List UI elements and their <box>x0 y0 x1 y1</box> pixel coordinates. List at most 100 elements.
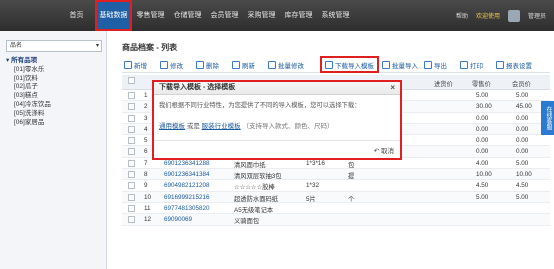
nav-item-home[interactable]: 首页 <box>58 0 95 31</box>
tree-node[interactable]: [01]零水乐 <box>6 66 51 75</box>
general-template-link[interactable]: 通用模板 <box>159 123 185 130</box>
or-text: 或是 <box>186 123 200 130</box>
category-filter-select[interactable]: 品名 ▾ <box>6 40 102 52</box>
nav-item-purchase[interactable]: 采购管理 <box>243 0 280 31</box>
product-code[interactable]: 6904982121208 <box>164 182 210 189</box>
product-code[interactable]: 6977481305820 <box>164 205 210 212</box>
edit-button[interactable]: 修改 <box>160 58 183 71</box>
import-icon <box>382 60 390 69</box>
export-button[interactable]: 导出 <box>424 58 447 71</box>
row-checkbox[interactable] <box>128 114 135 122</box>
close-icon[interactable]: × <box>390 82 395 94</box>
row-number: 10 <box>144 193 152 201</box>
table-row[interactable]: 8 6901236341384 清风双层软抽3包 提 10.00 10.00 <box>122 169 550 181</box>
new-label: 新增 <box>134 62 147 70</box>
member-price: 0.00 <box>516 148 529 156</box>
row-checkbox[interactable] <box>128 148 135 156</box>
delete-button[interactable]: 删除 <box>196 58 219 71</box>
settings-icon <box>496 60 504 69</box>
row-checkbox[interactable] <box>128 193 135 201</box>
row-checkbox[interactable] <box>128 171 135 179</box>
chevron-down-icon: ▾ <box>95 43 99 49</box>
nav-item-storage[interactable]: 仓储管理 <box>169 0 206 31</box>
dialog-header: 下载导入模板 - 选择模板 × <box>154 82 400 95</box>
product-name: ☆☆☆☆☆胶棒 <box>234 184 275 192</box>
row-checkbox[interactable] <box>128 125 135 133</box>
tree-node[interactable]: [05]洗涤料 <box>6 110 51 119</box>
row-checkbox[interactable] <box>128 182 135 190</box>
column-header-retail[interactable]: 零售价 <box>472 79 491 88</box>
product-code[interactable]: 6901236341288 <box>164 160 210 167</box>
product-spec: 5片 <box>306 195 316 203</box>
product-code[interactable]: 6916999215216 <box>164 194 210 201</box>
avatar[interactable] <box>507 9 520 22</box>
template-links: 通用模板 或是 服装行业模板 （支持导入款式、颜色、尺码） <box>159 120 333 130</box>
report-setting-button[interactable]: 报表设置 <box>496 58 532 71</box>
export-icon <box>424 60 432 69</box>
nav-item-inventory[interactable]: 库存管理 <box>280 0 317 31</box>
row-number: 9 <box>144 182 148 190</box>
product-name: 义骑面包 <box>234 218 260 226</box>
print-icon <box>460 60 468 69</box>
column-header-member[interactable]: 会员价 <box>512 79 531 88</box>
download-template-button[interactable]: 下载导入模板 <box>320 56 379 73</box>
cancel-button[interactable]: ↶ 取消 <box>374 145 394 155</box>
help-link[interactable]: 帮助 <box>456 11 468 20</box>
dialog-footer: ↶ 取消 <box>154 140 400 158</box>
member-price: 5.00 <box>516 92 529 99</box>
row-checkbox[interactable] <box>128 137 135 145</box>
category-filter-value: 品名 <box>10 43 23 49</box>
dialog-title: 下载导入模板 - 选择模板 <box>159 84 236 91</box>
print-button[interactable]: 打印 <box>460 58 483 71</box>
row-number: 12 <box>144 216 152 224</box>
product-name: 清风双层软抽3包 <box>234 173 282 181</box>
product-spec: 1*3*16 <box>306 159 325 167</box>
dialog-description: 我们根据不同行业特性，为您提供了不同的导入模板，您可以选择下载： <box>159 102 361 109</box>
tree-root[interactable]: ▾ 所有品项 <box>6 57 51 66</box>
refresh-button[interactable]: 刷新 <box>232 58 255 71</box>
member-price: 5.00 <box>516 193 529 201</box>
apparel-template-link[interactable]: 服装行业模板 <box>202 123 241 130</box>
new-button[interactable]: 新增 <box>124 58 147 71</box>
retail-price: 0.00 <box>476 137 489 145</box>
download-icon <box>325 60 333 69</box>
nav-item-basic-data[interactable]: 基础数据 <box>95 0 132 31</box>
export-label: 导出 <box>434 62 447 70</box>
row-checkbox[interactable] <box>128 216 135 224</box>
product-code[interactable]: 6901236341384 <box>164 171 210 178</box>
nav-item-retail[interactable]: 零售管理 <box>132 0 169 31</box>
row-number: 1 <box>144 92 148 99</box>
row-checkbox[interactable] <box>128 159 135 167</box>
tree-node[interactable]: [06]家居品 <box>6 119 51 128</box>
row-number: 7 <box>144 159 148 167</box>
row-number: 11 <box>144 204 151 212</box>
batch-import-button[interactable]: 批量导入 <box>382 58 418 71</box>
user-name[interactable]: 管理员 <box>528 11 546 20</box>
table-row[interactable]: 12 69090069 义骑面包 <box>122 214 550 226</box>
tree-root-label: 所有品项 <box>11 57 38 64</box>
tree-node[interactable]: [04]冷冻饮品 <box>6 101 51 110</box>
main-nav: 首页 基础数据 零售管理 仓储管理 会员管理 采购管理 库存管理 系统管理 <box>58 0 354 31</box>
row-checkbox[interactable] <box>128 204 135 212</box>
member-price: 5.00 <box>516 159 529 167</box>
online-service-tab[interactable]: 在线客服 <box>541 101 554 135</box>
table-row[interactable]: 10 6916999215216 超透防水面码纸 5片 个 5.00 5.00 <box>122 191 550 203</box>
row-checkbox[interactable] <box>128 92 135 99</box>
edit-icon <box>160 60 168 69</box>
batch-modify-button[interactable]: 批量修改 <box>268 58 304 71</box>
nav-item-member[interactable]: 会员管理 <box>206 0 243 31</box>
row-checkbox[interactable] <box>128 103 135 111</box>
tree-node[interactable]: [02]瓜子 <box>6 83 51 92</box>
product-code[interactable]: 69090069 <box>164 216 192 223</box>
table-row[interactable]: 11 6977481305820 A5无级笔记本 <box>122 203 550 215</box>
member-price: 0.00 <box>516 137 529 145</box>
table-row[interactable]: 9 6904982121208 ☆☆☆☆☆胶棒 1*32 4.50 4.50 <box>122 180 550 192</box>
tree-node[interactable]: [03]糕点 <box>6 92 51 101</box>
welcome-text: 欢迎使用 <box>475 14 500 20</box>
select-all-checkbox[interactable] <box>128 77 135 84</box>
retail-price: 10.00 <box>476 171 492 179</box>
nav-item-system[interactable]: 系统管理 <box>317 0 354 31</box>
column-header-cost[interactable]: 进货价 <box>434 79 453 88</box>
retail-price: 0.00 <box>476 148 489 156</box>
edit-label: 修改 <box>170 62 183 70</box>
